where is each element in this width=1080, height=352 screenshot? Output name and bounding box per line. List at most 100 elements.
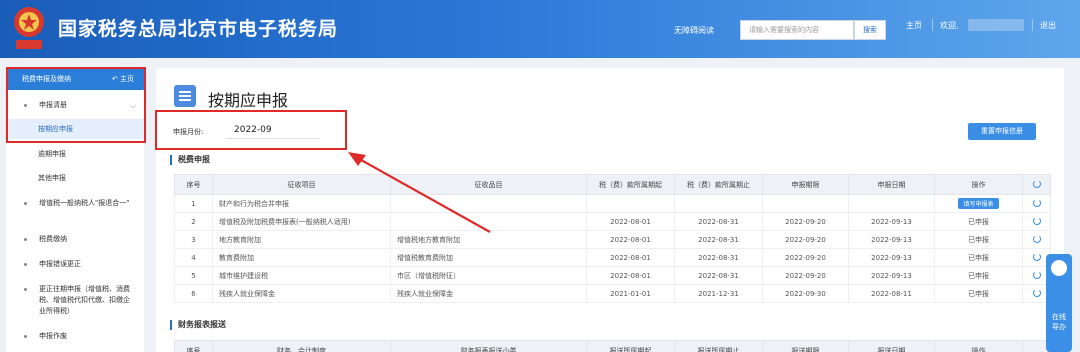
- table-cell: 2022-08-01: [586, 212, 675, 231]
- column-header: 财务报表报送小类: [390, 340, 587, 352]
- sidebar-item-label: 增值税一般纳税人"报退合一": [39, 199, 130, 207]
- refresh-icon[interactable]: [1032, 270, 1041, 279]
- column-header: 申报日期: [848, 174, 935, 195]
- sidebar-sub-item-other[interactable]: 其他申报: [6, 168, 144, 188]
- bullet-icon: [24, 335, 27, 338]
- table-row: 3 地方教育附加 增值税地方教育附加 2022-08-01 2022-08-31…: [174, 230, 1051, 249]
- table-cell: 填写申报表: [934, 194, 1023, 213]
- refresh-icon[interactable]: [1032, 234, 1041, 243]
- status-cell: 已申报: [934, 248, 1023, 267]
- home-link[interactable]: 主页: [906, 20, 922, 31]
- table-row: 4 教育费附加 增值税教育费附加 2022-08-01 2022-08-31 2…: [174, 248, 1051, 267]
- status-cell: 已申报: [934, 284, 1023, 303]
- table-cell: 市区（增值税附征）: [390, 266, 587, 285]
- refresh-icon[interactable]: [1032, 288, 1041, 297]
- refresh-icon[interactable]: [1032, 198, 1041, 207]
- table-cell: [1022, 212, 1051, 231]
- column-header: 操作: [934, 174, 1023, 195]
- table-cell: 2022-08-31: [674, 230, 763, 249]
- table-cell: 1: [174, 194, 213, 213]
- table-header-row: 序号 征收项目 征收品目 税（费）款所属期起 税（费）款所属期止 申报期限 申报…: [174, 174, 1051, 195]
- financial-report-table: 序号 财务、会计制度 财务报表报送小类 报送所属期起 报送所属期止 报送期限 报…: [174, 340, 1051, 352]
- table-cell: [848, 194, 935, 213]
- page-title: 按期应申报: [208, 91, 289, 110]
- table-cell: 6: [174, 284, 213, 303]
- sidebar-item-correction[interactable]: 申报错误更正: [6, 259, 144, 271]
- sidebar-item-vat-general[interactable]: 增值税一般纳税人"报退合一": [6, 198, 144, 222]
- table-cell: 增值税教育费附加: [390, 248, 587, 267]
- table-cell: 2022-08-01: [586, 266, 675, 285]
- table-cell: 2022-08-01: [586, 248, 675, 267]
- refresh-icon[interactable]: [1032, 179, 1041, 188]
- sidebar-item-label: 申报作废: [39, 332, 67, 340]
- table-cell: 残疾人就业保障金: [212, 284, 391, 303]
- table-cell: 2022-09-13: [848, 212, 935, 231]
- online-guide-widget[interactable]: 在线导办: [1046, 254, 1072, 352]
- bullet-icon: [24, 202, 27, 205]
- section-title-financial-report: 财务报表报送: [170, 320, 226, 330]
- table-header-row: 序号 财务、会计制度 财务报表报送小类 报送所属期起 报送所属期止 报送期限 报…: [174, 340, 1051, 352]
- table-cell: 2022-08-31: [674, 248, 763, 267]
- table-cell: 2022-09-13: [848, 230, 935, 249]
- table-cell: 2021-01-01: [586, 284, 675, 303]
- table-cell: [1022, 230, 1051, 249]
- table-cell: 2022-09-13: [848, 248, 935, 267]
- table-cell: 2022-09-13: [848, 266, 935, 285]
- column-header: 序号: [174, 174, 213, 195]
- column-header: 序号: [174, 340, 213, 352]
- refresh-icon[interactable]: [1032, 252, 1041, 261]
- sidebar-item-void[interactable]: 申报作废: [6, 331, 144, 343]
- table-cell: 2022-08-31: [674, 266, 763, 285]
- sidebar-item-label: 税费缴纳: [39, 235, 67, 243]
- table-cell: [762, 194, 849, 213]
- table-cell: [674, 194, 763, 213]
- refresh-header[interactable]: [1022, 174, 1051, 195]
- column-header: 报送所属期止: [674, 340, 763, 352]
- table-cell: 2022-08-01: [586, 230, 675, 249]
- table-cell: 2022-09-20: [762, 266, 849, 285]
- table-cell: 2022-09-20: [762, 248, 849, 267]
- table-cell: 2021-12-31: [674, 284, 763, 303]
- accessible-read-link[interactable]: 无障碍阅读: [674, 25, 714, 36]
- sidebar-item-label: 更正往期申报（增值税、消费税、增值税代扣代缴、扣缴企业所得税）: [39, 285, 130, 315]
- bullet-icon: [24, 263, 27, 266]
- column-header: 财务、会计制度: [212, 340, 391, 352]
- welcome-text: 欢迎,: [940, 21, 959, 30]
- period-highlight-box: [155, 110, 347, 150]
- online-guide-label: 在线导办: [1052, 313, 1066, 331]
- table-cell: 残疾人就业保障金: [390, 284, 587, 303]
- header-divider: [1032, 19, 1033, 31]
- reset-declaration-button[interactable]: 重置申报信册: [968, 123, 1036, 140]
- fill-declaration-button[interactable]: 填写申报表: [958, 198, 999, 209]
- table-cell: [586, 194, 675, 213]
- status-cell: 已申报: [934, 212, 1023, 231]
- sidebar-highlight-box: [6, 67, 146, 143]
- sidebar-item-past-correction[interactable]: 更正往期申报（增值税、消费税、增值税代扣代缴、扣缴企业所得税）: [6, 284, 144, 328]
- search-input[interactable]: 请输入需要搜索的内容: [740, 20, 854, 40]
- search-button[interactable]: 搜索: [854, 20, 886, 40]
- sidebar-sub-item-overdue[interactable]: 逾期申报: [6, 144, 144, 164]
- table-row: 6 残疾人就业保障金 残疾人就业保障金 2021-01-01 2021-12-3…: [174, 284, 1051, 303]
- bullet-icon: [24, 238, 27, 241]
- user-name-blurred: [968, 19, 1024, 31]
- bullet-icon: [24, 288, 27, 291]
- table-cell: 3: [174, 230, 213, 249]
- table-cell: 2022-08-11: [848, 284, 935, 303]
- sidebar-item-tax-payment[interactable]: 税费缴纳: [6, 234, 144, 246]
- table-cell: [1022, 194, 1051, 213]
- sidebar-item-label: 申报错误更正: [39, 260, 81, 268]
- table-cell: 5: [174, 266, 213, 285]
- refresh-icon[interactable]: [1032, 216, 1041, 225]
- column-header: 操作: [934, 340, 1023, 352]
- column-header: 报送所属期起: [586, 340, 675, 352]
- table-row: 2 增值税及附加税费申报表(一般纳税人适用) 2022-08-01 2022-0…: [174, 212, 1051, 231]
- logout-link[interactable]: 退出: [1040, 20, 1056, 31]
- table-cell: 2: [174, 212, 213, 231]
- section-title-tax-declaration: 税费申报: [170, 155, 210, 165]
- column-header: 报送期限: [762, 340, 849, 352]
- top-header: 国家税务总局北京市电子税务局 无障碍阅读 请输入需要搜索的内容 搜索 主页 欢迎…: [0, 0, 1080, 58]
- table-cell: 4: [174, 248, 213, 267]
- table-cell: 教育费附加: [212, 248, 391, 267]
- tax-declaration-table: 序号 征收项目 征收品目 税（费）款所属期起 税（费）款所属期止 申报期限 申报…: [174, 174, 1051, 303]
- table-cell: 2022-09-20: [762, 230, 849, 249]
